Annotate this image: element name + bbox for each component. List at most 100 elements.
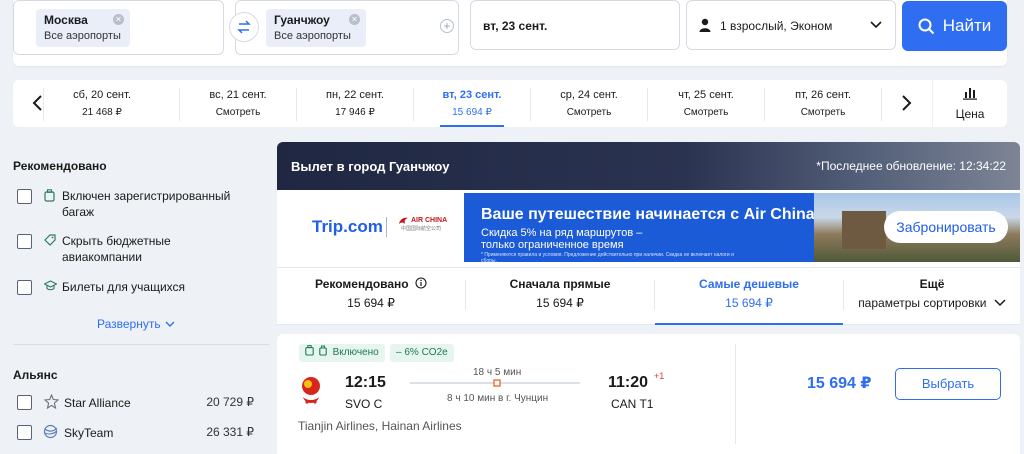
alliance-name: SkyTeam — [64, 426, 114, 440]
date-option-price: Смотреть — [800, 107, 846, 118]
active-sort-underline — [655, 323, 843, 325]
sort-title: Ещё — [919, 277, 945, 291]
search-button[interactable]: Найти — [902, 1, 1007, 51]
checkbox[interactable] — [17, 280, 32, 295]
sort-direct-first[interactable]: Сначала прямые 15 694 ₽ — [466, 276, 654, 316]
date-option-price: 15 694 ₽ — [452, 107, 492, 118]
add-destination-icon[interactable]: + — [440, 19, 454, 33]
graduation-cap-icon — [44, 280, 57, 291]
filter-hide-budget-airlines[interactable]: Скрыть бюджетные авиакомпании — [0, 233, 270, 267]
search-icon — [918, 18, 934, 34]
ticket-divider — [735, 344, 736, 444]
sort-bar: Рекомендовано 15 694 ₽ Сначала прямые 15… — [277, 267, 1020, 325]
swap-cities-button[interactable] — [229, 12, 259, 42]
filter-checked-baggage[interactable]: Включен зарегистрированный багаж — [0, 188, 270, 222]
clear-from-icon[interactable]: ✕ — [113, 14, 124, 25]
sort-value: 15 694 ₽ — [536, 296, 584, 310]
flight-ticket-card[interactable]: Включено – 6% CO2e 12:15 SVO C 18 ч 5 ми… — [277, 334, 1020, 454]
date-option[interactable]: чт, 25 сент. Смотреть — [647, 88, 764, 121]
luggage-icon — [305, 345, 314, 356]
to-airports: Все аэропорты — [274, 30, 351, 42]
filter-label-line2: авиакомпании — [62, 250, 142, 264]
arrival-time: 11:20 — [608, 374, 649, 391]
operating-airlines: Tianjin Airlines, Hainan Airlines — [298, 419, 462, 433]
sort-title: Рекомендовано — [277, 276, 465, 292]
date-option-date: вт, 23 сент. — [442, 89, 502, 101]
book-now-button[interactable]: Забронировать — [884, 211, 1008, 243]
filter-student-tickets[interactable]: Билеты для учащихся — [0, 279, 270, 297]
sort-value: 15 694 ₽ — [725, 296, 773, 310]
selected-date-underline — [440, 125, 504, 127]
date-option-date: чт, 25 сент. — [678, 89, 734, 101]
sort-cheapest[interactable]: Самые дешевые 15 694 ₽ — [655, 276, 843, 325]
sort-title: Самые дешевые — [699, 277, 799, 291]
from-airports: Все аэропорты — [44, 30, 121, 42]
date-option-date: ср, 24 сент. — [560, 89, 618, 101]
date-option[interactable]: пн, 22 сент. 17 946 ₽ — [296, 88, 413, 121]
date-strip: сб, 20 сент. 21 468 ₽ вс, 21 сент. Смотр… — [13, 80, 932, 127]
date-option[interactable]: сб, 20 сент. 21 468 ₽ — [43, 88, 160, 121]
filter-label: Включен зарегистрированный багаж — [62, 188, 230, 220]
sort-more[interactable]: Ещё параметры сортировки — [844, 276, 1020, 316]
next-dates-button[interactable] — [896, 92, 916, 114]
carry-on-icon — [319, 345, 327, 356]
filter-label: Скрыть бюджетные авиакомпании — [62, 233, 171, 265]
sort-recommended[interactable]: Рекомендовано 15 694 ₽ — [277, 276, 465, 316]
chevron-down-icon — [870, 21, 882, 29]
date-option[interactable]: ср, 24 сент. Смотреть — [530, 88, 647, 121]
checkbox[interactable] — [17, 189, 32, 204]
search-button-label: Найти — [942, 16, 992, 35]
date-option-date: сб, 20 сент. — [73, 89, 131, 101]
checkbox[interactable] — [17, 395, 32, 410]
alliance-price: 26 331 ₽ — [206, 425, 254, 439]
ad-subline-1: Скидка 5% на ряд маршрутов – — [481, 227, 643, 239]
person-icon — [699, 18, 711, 32]
date-option-selected[interactable]: вт, 23 сент. 15 694 ₽ — [413, 88, 530, 127]
date-field[interactable]: вт, 23 сент. — [470, 0, 680, 50]
departure-banner: Вылет в город Гуанчжоу *Последнее обновл… — [277, 142, 1020, 190]
date-option-price: 21 468 ₽ — [82, 107, 122, 118]
filter-label: Билеты для учащихся — [62, 280, 186, 294]
price-chart-tab[interactable]: Цена — [933, 80, 1007, 127]
layover-info: 8 ч 10 мин в г. Чунцин — [447, 393, 549, 404]
filter-skyteam[interactable]: SkyTeam 26 331 ₽ — [0, 424, 270, 442]
bar-chart-icon — [963, 88, 977, 100]
promo-banner[interactable]: Trip.com AIR CHINA 中国国际航空公司 Ваше путешес… — [306, 193, 1020, 262]
sort-more-label: параметры сортировки — [858, 296, 987, 310]
date-option-date: вс, 21 сент. — [209, 89, 267, 101]
departure-title: Вылет в город Гуанчжоу — [291, 159, 450, 174]
alliance-title: Альянс — [13, 368, 58, 382]
sort-value: параметры сортировки — [844, 295, 1020, 311]
route-line — [410, 379, 580, 387]
date-option-date: пн, 22 сент. — [325, 89, 384, 101]
sidebar-divider — [13, 344, 269, 345]
date-option-price: Смотреть — [683, 107, 729, 118]
date-option[interactable]: вс, 21 сент. Смотреть — [179, 88, 296, 121]
sort-title-text: Рекомендовано — [315, 277, 409, 291]
phoenix-icon — [399, 217, 408, 224]
passengers-field[interactable]: 1 взрослый, Эконом — [686, 0, 896, 50]
from-field[interactable]: Москва Все аэропорты ✕ — [13, 0, 224, 55]
expand-label: Развернуть — [97, 317, 161, 331]
clear-to-icon[interactable]: ✕ — [349, 14, 360, 25]
baggage-badge-label: Включено — [332, 347, 379, 358]
filter-label-line1: Включен зарегистрированный — [62, 189, 231, 203]
choose-button[interactable]: Выбрать — [895, 368, 1001, 400]
checkbox[interactable] — [17, 425, 32, 440]
to-field[interactable]: Гуанчжоу Все аэропорты ✕ — [235, 0, 459, 55]
to-city-chip[interactable]: Гуанчжоу Все аэропорты ✕ — [266, 9, 366, 47]
passengers-label: 1 взрослый, Эконом — [720, 19, 833, 33]
skyteam-icon — [43, 424, 58, 439]
date-option-price: Смотреть — [566, 107, 612, 118]
to-city: Гуанчжоу — [274, 13, 330, 27]
next-day-indicator: +1 — [654, 371, 665, 381]
expand-filters-link[interactable]: Развернуть — [97, 317, 175, 331]
date-option-date: пт, 26 сент. — [795, 89, 851, 101]
departure-airport: SVO C — [345, 397, 383, 411]
from-city-chip[interactable]: Москва Все аэропорты ✕ — [36, 9, 130, 47]
date-option[interactable]: пт, 26 сент. Смотреть — [764, 88, 881, 121]
checkbox[interactable] — [17, 234, 32, 249]
filter-star-alliance[interactable]: Star Alliance 20 729 ₽ — [0, 394, 270, 412]
alliance-price: 20 729 ₽ — [206, 395, 254, 409]
date-option-price: Смотреть — [215, 107, 261, 118]
